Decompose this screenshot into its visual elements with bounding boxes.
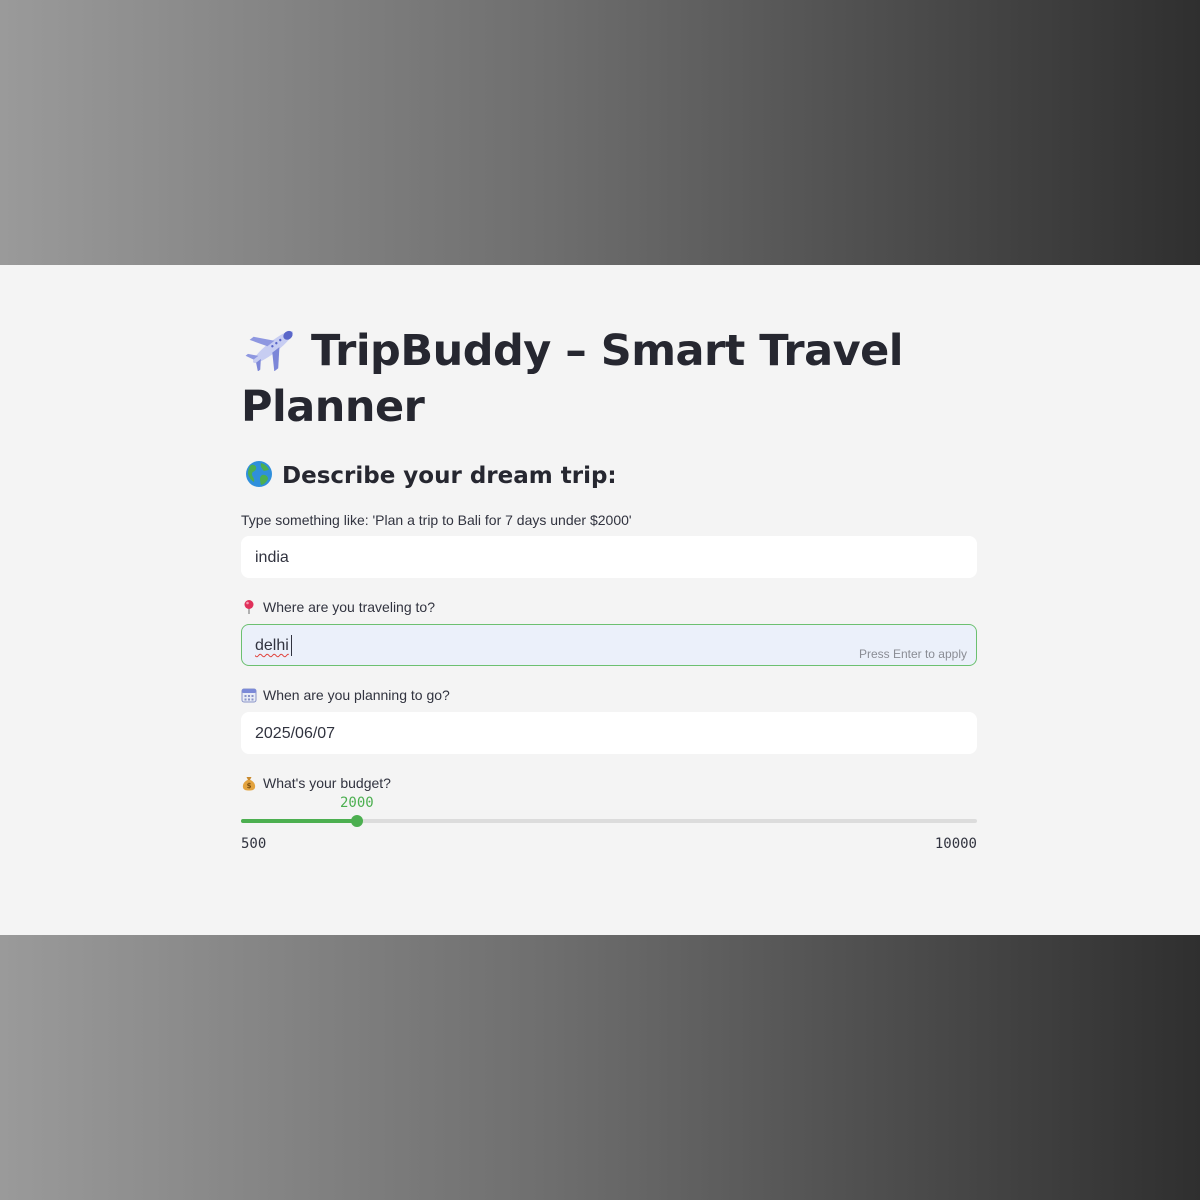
- calendar-icon: [241, 687, 257, 703]
- budget-slider-fill: [241, 819, 357, 823]
- budget-min-label: 500: [241, 836, 267, 852]
- trip-prompt-input[interactable]: india: [241, 536, 977, 578]
- budget-slider-value: 2000: [340, 795, 374, 811]
- date-input[interactable]: 2025/06/07: [241, 712, 977, 754]
- money-bag-icon: $: [241, 775, 257, 791]
- text-caret: [291, 635, 292, 656]
- destination-label: Where are you traveling to?: [241, 598, 435, 616]
- destination-value: delhi: [255, 637, 289, 654]
- section-heading: Describe your dream trip:: [241, 458, 617, 494]
- budget-max-label: 10000: [934, 836, 977, 852]
- destination-label-text: Where are you traveling to?: [263, 599, 435, 615]
- budget-slider-thumb[interactable]: [351, 815, 363, 827]
- page-title-text: TripBuddy – Smart Travel Planner: [241, 326, 904, 432]
- airplane-icon: [245, 323, 301, 372]
- budget-label: $ What's your budget?: [241, 774, 391, 792]
- globe-icon: [244, 459, 274, 489]
- app-panel: TripBuddy – Smart Travel Planner Describ…: [0, 265, 1200, 935]
- trip-prompt-label: Type something like: 'Plan a trip to Bal…: [241, 512, 632, 528]
- date-label: When are you planning to go?: [241, 686, 450, 704]
- page-title: TripBuddy – Smart Travel Planner: [241, 323, 977, 435]
- svg-text:$: $: [247, 782, 252, 790]
- date-value: 2025/06/07: [255, 725, 336, 742]
- enter-hint: Press Enter to apply: [858, 647, 967, 661]
- section-heading-text: Describe your dream trip:: [282, 463, 617, 489]
- destination-input[interactable]: delhi Press Enter to apply: [241, 624, 977, 666]
- budget-label-text: What's your budget?: [263, 775, 391, 791]
- date-label-text: When are you planning to go?: [263, 687, 450, 703]
- trip-prompt-value: india: [255, 549, 289, 566]
- budget-slider[interactable]: [241, 815, 977, 827]
- pin-icon: [241, 599, 257, 615]
